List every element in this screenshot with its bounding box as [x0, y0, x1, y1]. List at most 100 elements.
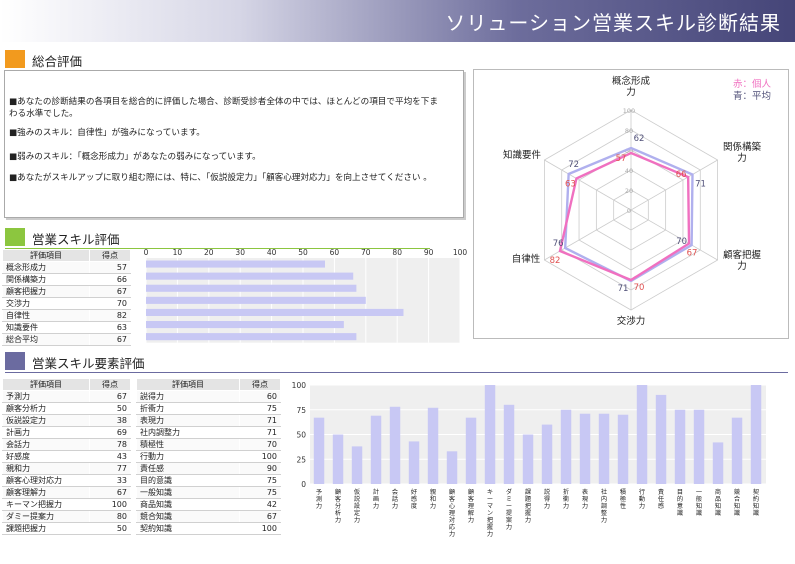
section-marker-purple — [5, 352, 25, 370]
row-score: 78 — [89, 438, 131, 451]
bar — [146, 321, 344, 329]
tick-label: 50 — [298, 248, 308, 257]
bar — [313, 417, 325, 484]
bar — [598, 413, 610, 484]
bar — [427, 407, 439, 484]
row-item-name: 自律性 — [2, 309, 90, 322]
table-row: 会話力 78 — [2, 438, 131, 451]
radar-axis-label: 知識要件 — [503, 149, 542, 161]
tick-label: 50 — [296, 431, 306, 440]
table-row: 顧客心理対応力 33 — [2, 474, 131, 487]
table-row: 説得力 60 — [136, 390, 281, 403]
col-header-item: 評価項目 — [2, 378, 90, 391]
element-score-table-right: 評価項目 得点 説得力 60 折衝力 75 表現力 71 社内調整力 71 積極性 70 行動力 10… — [136, 378, 281, 535]
table-row: 積極性 70 — [136, 438, 281, 451]
row-item-name: 目的意識 — [136, 474, 240, 487]
row-score: 67 — [89, 390, 131, 403]
row-item-name: 会話力 — [2, 438, 90, 451]
table-row: 表現力 71 — [136, 414, 281, 427]
row-item-name: 契約知識 — [136, 522, 240, 535]
tick-label: 70 — [361, 248, 371, 257]
row-item-name: 積極性 — [136, 438, 240, 451]
row-score: 67 — [89, 486, 131, 499]
category-label: ダミー提案力 — [506, 488, 513, 531]
row-score: 33 — [89, 474, 131, 487]
col-header-score: 得点 — [239, 378, 281, 391]
section-title-skill: 営業スキル評価 — [32, 232, 120, 247]
row-item-name: 仮説設定力 — [2, 414, 90, 427]
row-score: 75 — [239, 402, 281, 415]
bar — [146, 296, 366, 304]
radar-value-label: 71 — [618, 284, 629, 294]
table-row: 好感度 43 — [2, 450, 131, 463]
table-row: ダミー提案力 80 — [2, 510, 131, 523]
skill-score-table: 評価項目 得点 概念形成力 57 関係構築力 66 顧客把握力 67 交渉力 70 自律性 82 知… — [2, 249, 131, 346]
bar — [146, 284, 357, 292]
row-score: 70 — [239, 438, 281, 451]
row-item-name: ダミー提案力 — [2, 510, 90, 523]
radar-value-label: 72 — [568, 160, 579, 170]
category-label: 顧客理解力 — [468, 488, 474, 524]
section-title-overall: 総合評価 — [32, 54, 83, 69]
table-row: 社内調整力 71 — [136, 426, 281, 439]
table-row: キーマン把握力 100 — [2, 498, 131, 511]
row-score: 63 — [89, 321, 131, 334]
bar — [146, 333, 357, 341]
legend-individual: 赤：個人 — [733, 78, 772, 90]
page-title: ソリューション営業スキル診断結果 — [445, 11, 781, 35]
table-row: 顧客理解力 67 — [2, 486, 131, 499]
tick-label: 25 — [296, 455, 306, 464]
category-label: 計画力 — [373, 488, 379, 510]
category-label: 積極性 — [620, 488, 626, 510]
skill-bar-chart: 0 10 20 30 40 50 60 70 80 90 100 — [144, 248, 467, 343]
radar-spoke — [544, 209, 632, 261]
row-item-name: 予測力 — [2, 390, 90, 403]
section-marker-orange — [5, 50, 25, 68]
radar-tick-label: 100 — [623, 107, 635, 115]
table-row: 目的意識 75 — [136, 474, 281, 487]
overall-summary-box: ■あなたの診断結果の各項目を総合的に評価した場合、診断受診者全体の中では、ほとん… — [4, 70, 464, 218]
col-header-item: 評価項目 — [136, 378, 240, 391]
skill-radar-chart: 020406080100576667708263627170717672概念形成… — [503, 75, 772, 327]
tick-label: 0 — [144, 248, 149, 257]
row-item-name: 説得力 — [136, 390, 240, 403]
row-item-name: 折衝力 — [136, 402, 240, 415]
bar — [712, 442, 724, 484]
category-label: 折衝力 — [563, 488, 569, 510]
row-score: 50 — [89, 522, 131, 535]
row-score: 66 — [89, 273, 131, 286]
row-score: 42 — [239, 498, 281, 511]
category-label: 課題把握力 — [525, 488, 531, 524]
radar-chart-panel: 0 20 40 60 80 100 57 66 67 70 82 63 62 71 70 71 76 72 概念形成… — [473, 69, 789, 339]
table-row: 総合平均 67 — [2, 333, 131, 346]
row-item-name: 責任感 — [136, 462, 240, 475]
radar-axis-label: 関係構築力 — [723, 141, 762, 164]
bar — [351, 446, 363, 484]
category-label: 商品知識 — [715, 488, 721, 517]
radar-value-label: 76 — [553, 239, 564, 249]
table-row: 契約知識 100 — [136, 522, 281, 535]
table-row: 一般知識 75 — [136, 486, 281, 499]
category-label: 顧客分析力 — [335, 488, 341, 524]
row-score: 100 — [239, 450, 281, 463]
table-row: 概念形成力 57 — [2, 261, 131, 274]
category-label: 責任感 — [658, 488, 664, 510]
row-item-name: 顧客把握力 — [2, 285, 90, 298]
summary-line: ■あなたの診断結果の各項目を総合的に評価した場合、診断受診者全体の中では、ほとん… — [9, 97, 438, 107]
bar — [465, 417, 477, 484]
row-item-name: 顧客分析力 — [2, 402, 90, 415]
bar — [408, 441, 420, 484]
radar-tick-label: 80 — [625, 127, 633, 135]
table-row: 交渉力 70 — [2, 297, 131, 310]
radar-value-label: 66 — [676, 170, 687, 180]
category-label: 一般知識 — [696, 489, 702, 517]
col-header-score: 得点 — [89, 249, 131, 262]
tick-label: 20 — [204, 248, 214, 257]
row-score: 70 — [89, 297, 131, 310]
row-item-name: 関係構築力 — [2, 273, 90, 286]
table-row: 折衝力 75 — [136, 402, 281, 415]
bar — [370, 415, 382, 484]
row-score: 77 — [89, 462, 131, 475]
category-label: 表現力 — [582, 488, 589, 510]
row-item-name: 課題把握力 — [2, 522, 90, 535]
